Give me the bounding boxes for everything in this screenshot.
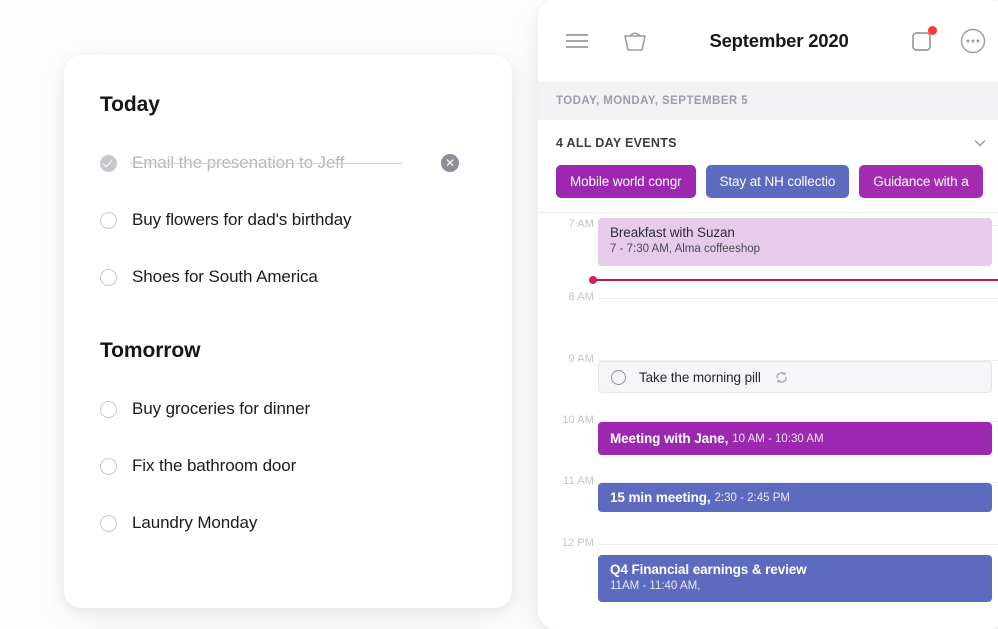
checkbox-icon[interactable] — [100, 400, 117, 418]
todo-item-completed[interactable]: Email the presenation to Jeff ✕ — [100, 147, 476, 179]
current-time-indicator — [589, 276, 998, 284]
calendar-task-morning-pill[interactable]: Take the morning pill — [598, 361, 992, 393]
all-day-events-section: 4 ALL DAY EVENTS Mobile world congr Stay… — [538, 120, 998, 213]
calendar-event-breakfast[interactable]: Breakfast with Suzan 7 - 7:30 AM, Alma c… — [598, 218, 992, 266]
all-day-chip-list: Mobile world congr Stay at NH collectio … — [538, 165, 998, 198]
repeat-icon — [774, 370, 789, 385]
todo-item-label: Fix the bathroom door — [132, 456, 297, 475]
calendar-event-jane[interactable]: Meeting with Jane, 10 AM - 10:30 AM — [598, 422, 992, 455]
hour-label: 7 AM — [568, 218, 594, 230]
todo-item[interactable]: Buy groceries for dinner — [100, 393, 476, 425]
calendar-header: September 2020 — [538, 0, 998, 82]
hour-label: 11 AM — [563, 475, 594, 487]
all-day-header[interactable]: 4 ALL DAY EVENTS — [538, 135, 998, 151]
event-subtitle: 11AM - 11:40 AM, — [610, 580, 701, 592]
event-title: 15 min meeting, — [610, 490, 711, 505]
day-timeline: 7 AM 8 AM 9 AM 10 AM 11 AM 12 PM Breakfa… — [538, 213, 998, 602]
checkbox-icon[interactable] — [100, 268, 117, 286]
checkbox-checked-icon[interactable] — [100, 154, 117, 172]
today-date-label: TODAY, MONDAY, SEPTEMBER 5 — [538, 82, 998, 120]
page-title: September 2020 — [709, 30, 849, 51]
calendar-card: September 2020 TODAY, MONDAY, SEPTEMBER … — [538, 0, 998, 629]
chip-label: Mobile world congr — [570, 174, 682, 189]
all-day-event-chip[interactable]: Mobile world congr — [556, 165, 696, 198]
chip-label: Stay at NH collectio — [719, 174, 836, 189]
all-day-event-chip[interactable]: Stay at NH collectio — [705, 165, 850, 198]
hamburger-icon[interactable] — [564, 31, 590, 51]
hour-label: 9 AM — [568, 353, 594, 365]
close-icon[interactable]: ✕ — [441, 154, 459, 172]
section-title-today: Today — [100, 93, 160, 116]
todo-item[interactable]: Shoes for South America — [100, 261, 476, 293]
section-title-tomorrow: Tomorrow — [100, 339, 201, 362]
hour-label: 12 PM — [561, 537, 594, 549]
event-title: Breakfast with Suzan — [610, 225, 735, 240]
screen: Today Email the presenation to Jeff ✕ Bu… — [0, 0, 998, 629]
event-title: Q4 Financial earnings & review — [610, 562, 807, 577]
task-label: Take the morning pill — [639, 369, 761, 385]
hour-row: 12 PM — [538, 537, 998, 549]
todo-item[interactable]: Buy flowers for dad's birthday — [100, 204, 476, 236]
todo-item-label: Laundry Monday — [132, 513, 258, 532]
event-subtitle: 2:30 - 2:45 PM — [714, 491, 790, 504]
event-subtitle: 10 AM - 10:30 AM — [732, 432, 824, 445]
todo-item-label: Shoes for South America — [132, 267, 318, 286]
todo-item[interactable]: Laundry Monday — [100, 507, 476, 539]
chevron-down-icon[interactable] — [972, 135, 988, 151]
todo-item[interactable]: Fix the bathroom door — [100, 450, 476, 482]
all-day-event-chip[interactable]: Guidance with a — [859, 165, 983, 198]
event-title: Meeting with Jane, — [610, 431, 729, 446]
todo-item-label: Buy groceries for dinner — [132, 399, 311, 418]
all-day-count-label: 4 ALL DAY EVENTS — [556, 136, 677, 150]
basket-icon[interactable] — [622, 29, 648, 53]
notification-badge — [928, 26, 937, 35]
event-subtitle: 7 - 7:30 AM, Alma coffeeshop — [610, 243, 761, 255]
hour-row: 8 AM — [538, 291, 998, 303]
chip-label: Guidance with a — [873, 174, 969, 189]
todo-card: Today Email the presenation to Jeff ✕ Bu… — [64, 55, 512, 608]
notifications-icon[interactable] — [910, 26, 937, 53]
checkbox-icon[interactable] — [100, 457, 117, 475]
hour-label: 10 AM — [562, 414, 594, 426]
todo-item-label: Buy flowers for dad's birthday — [132, 210, 352, 229]
more-options-icon[interactable] — [960, 28, 986, 54]
hour-gridline — [598, 298, 998, 299]
checkbox-icon[interactable] — [100, 514, 117, 532]
calendar-event-q4[interactable]: Q4 Financial earnings & review 11AM - 11… — [598, 555, 992, 602]
strikethrough-line — [130, 162, 402, 164]
current-time-dot — [589, 276, 597, 284]
calendar-event-15min[interactable]: 15 min meeting, 2:30 - 2:45 PM — [598, 483, 992, 512]
checkbox-icon[interactable] — [611, 369, 626, 385]
hour-label: 8 AM — [568, 291, 594, 303]
hour-gridline — [598, 544, 998, 545]
checkbox-icon[interactable] — [100, 211, 117, 229]
